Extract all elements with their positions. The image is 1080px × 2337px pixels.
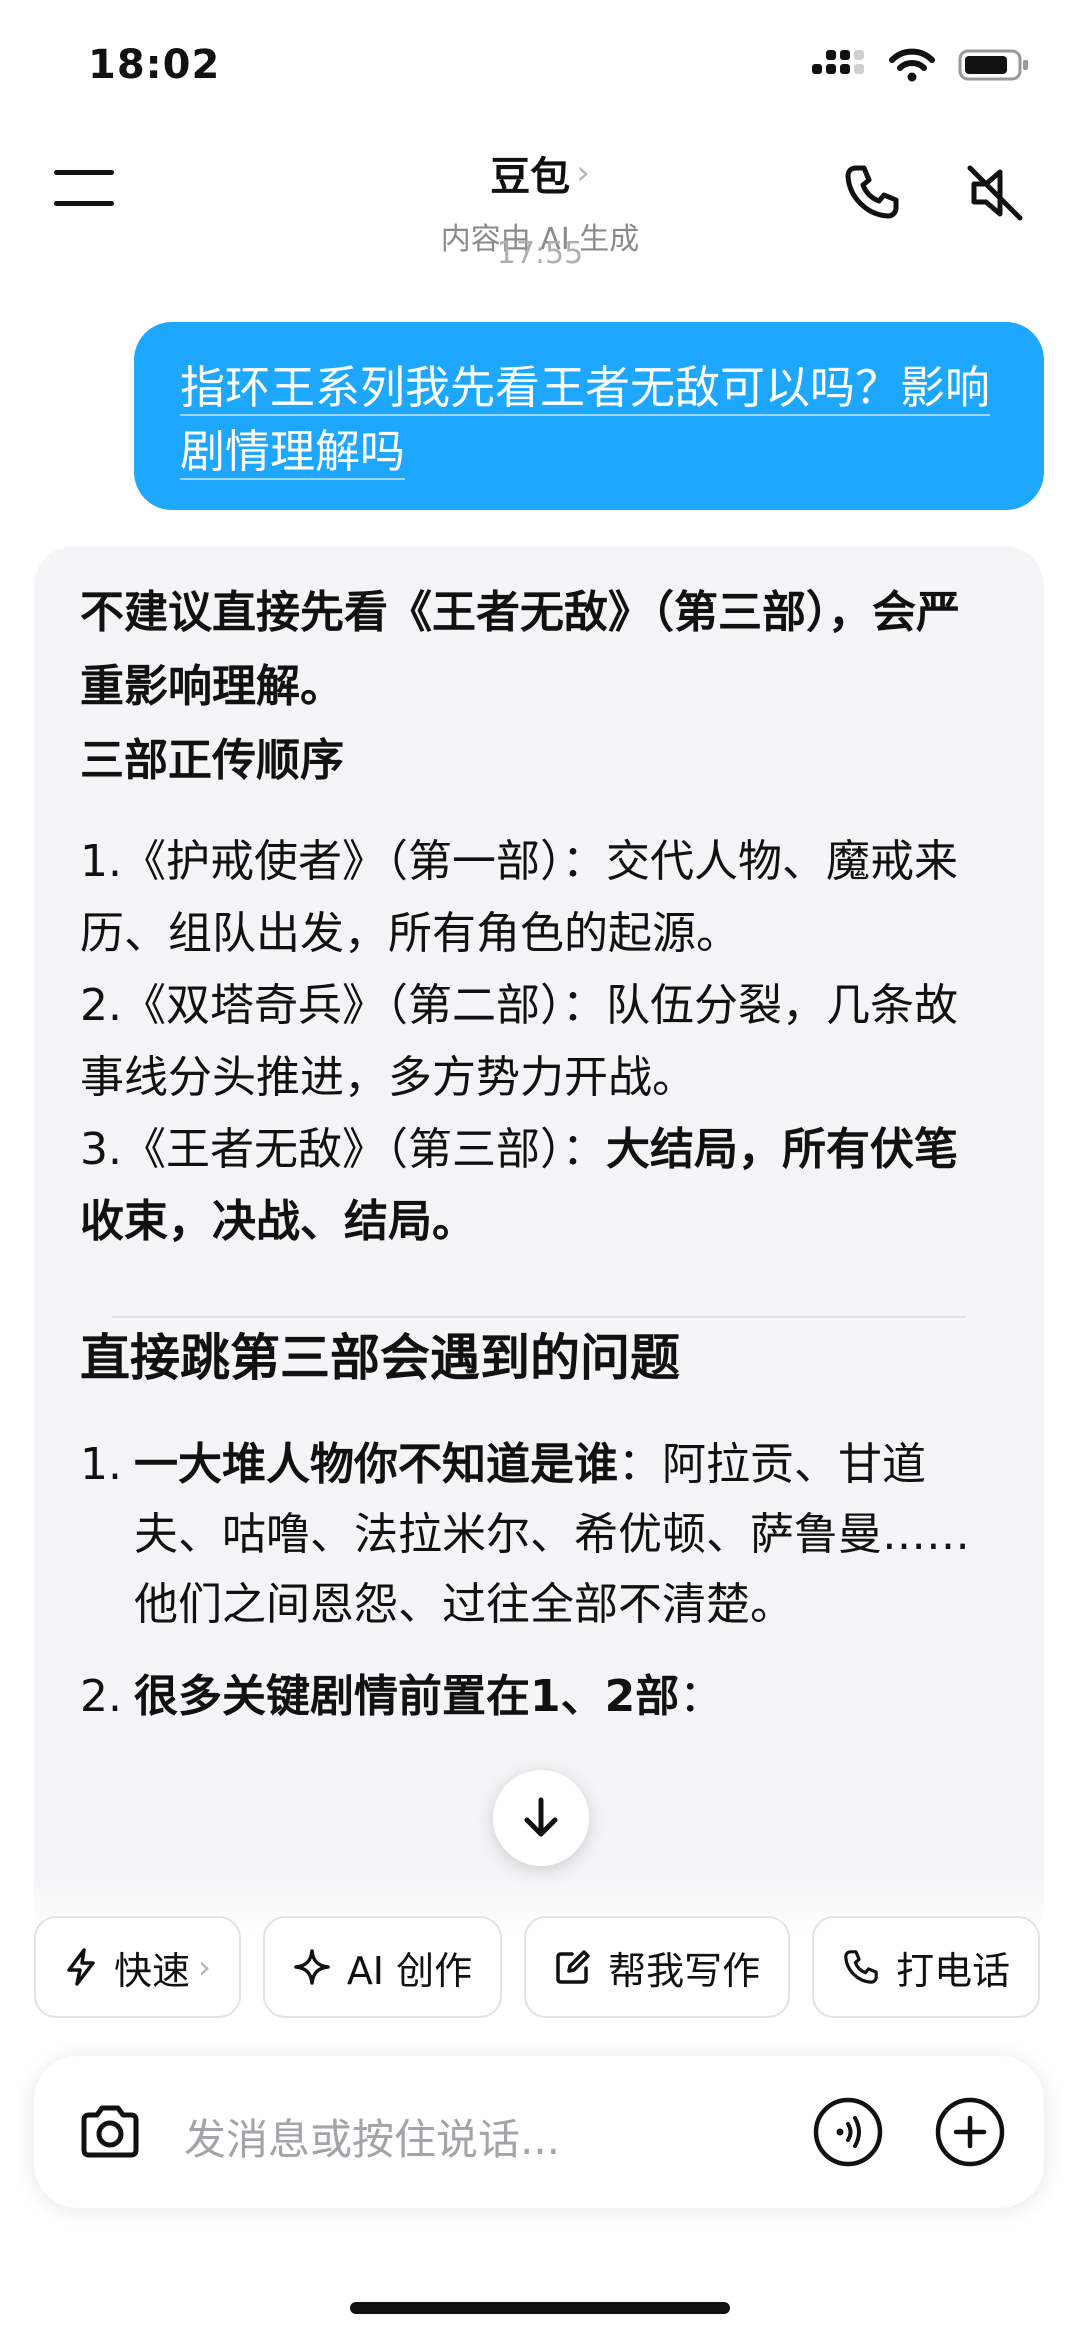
ai-lead-text: 不建议直接先看《王者无敌》（第三部），会严重影响理解。 <box>80 587 960 712</box>
home-indicator[interactable] <box>350 2302 730 2314</box>
chat-title[interactable]: 豆包 › <box>490 144 590 202</box>
list-item: 2. 很多关键剧情前置在1、2部： <box>80 1671 724 1722</box>
scroll-to-bottom-button[interactable] <box>493 1770 589 1866</box>
chip-label: AI 创作 <box>346 1948 473 1993</box>
user-message-text: 指环王系列我先看王者无敌可以吗？影响剧情理解吗 <box>180 361 991 480</box>
sparkle-icon <box>294 1949 330 1985</box>
quick-mode-chip[interactable]: 快速 › <box>34 1916 241 2018</box>
chevron-right-icon: › <box>198 1948 211 1986</box>
message-input-bar: 发消息或按住说话... <box>34 2056 1044 2208</box>
lightning-icon <box>67 1948 95 1986</box>
chip-label: 快速 <box>114 1948 191 1993</box>
movie-order-list: 1.《护戒使者》（第一部）：交代人物、魔戒来历、组队出发，所有角色的起源。 2.… <box>80 826 998 1258</box>
chevron-right-icon: › <box>576 153 590 193</box>
phone-call-icon[interactable] <box>842 162 902 222</box>
quick-actions: 快速 › AI 创作 帮我写作 打电话 <box>34 1916 1041 2020</box>
ai-create-chip[interactable]: AI 创作 <box>262 1916 503 2018</box>
list-item: 1. 一大堆人物你不知道是谁：阿拉贡、甘道夫、咕噜、法拉米尔、希优顿、萨鲁曼……他… <box>80 1439 970 1630</box>
voice-input-icon[interactable] <box>812 2096 884 2168</box>
chip-label: 打电话 <box>896 1948 1011 1993</box>
problems-list: 1. 一大堆人物你不知道是谁：阿拉贡、甘道夫、咕噜、法拉米尔、希优顿、萨鲁曼……他… <box>80 1430 998 1732</box>
camera-icon[interactable] <box>78 2102 142 2162</box>
user-message-bubble[interactable]: 指环王系列我先看王者无敌可以吗？影响剧情理解吗 <box>134 322 1044 510</box>
list-item: 2.《双塔奇兵》（第二部）：队伍分裂，几条故事线分头推进，多方势力开战。 <box>80 980 958 1103</box>
message-timestamp: 17:55 <box>496 236 584 271</box>
arrow-down-icon <box>524 1797 558 1837</box>
status-time: 18:02 <box>88 42 221 88</box>
plus-icon[interactable] <box>934 2096 1006 2168</box>
chip-label: 帮我写作 <box>608 1948 761 1993</box>
chat-title-text: 豆包 <box>490 154 571 200</box>
phone-icon <box>844 1950 878 1984</box>
speaker-mute-icon[interactable] <box>964 162 1026 224</box>
section-title-order: 三部正传顺序 <box>80 735 344 786</box>
message-input[interactable]: 发消息或按住说话... <box>184 2106 560 2167</box>
help-write-chip[interactable]: 帮我写作 <box>524 1916 791 2018</box>
list-item: 1.《护戒使者》（第一部）：交代人物、魔戒来历、组队出发，所有角色的起源。 <box>80 836 958 959</box>
status-bar: 18:02 <box>0 0 1080 130</box>
section-title-problems: 直接跳第三部会遇到的问题 <box>80 1329 680 1387</box>
wifi-icon <box>889 48 935 82</box>
edit-icon <box>556 1950 590 1984</box>
list-item: 3.《王者无敌》（第三部）：大结局，所有伏笔收束，决战、结局。 <box>80 1124 958 1247</box>
phone-call-chip[interactable]: 打电话 <box>812 1916 1041 2018</box>
battery-icon <box>958 49 1028 81</box>
chat-header: 豆包 › 内容由 AI 生成 17:55 <box>0 130 1080 280</box>
cellular-signal-icon <box>812 50 864 74</box>
ai-message-bubble[interactable]: 不建议直接先看《王者无敌》（第三部），会严重影响理解。 三部正传顺序 1.《护戒… <box>34 546 1044 1946</box>
